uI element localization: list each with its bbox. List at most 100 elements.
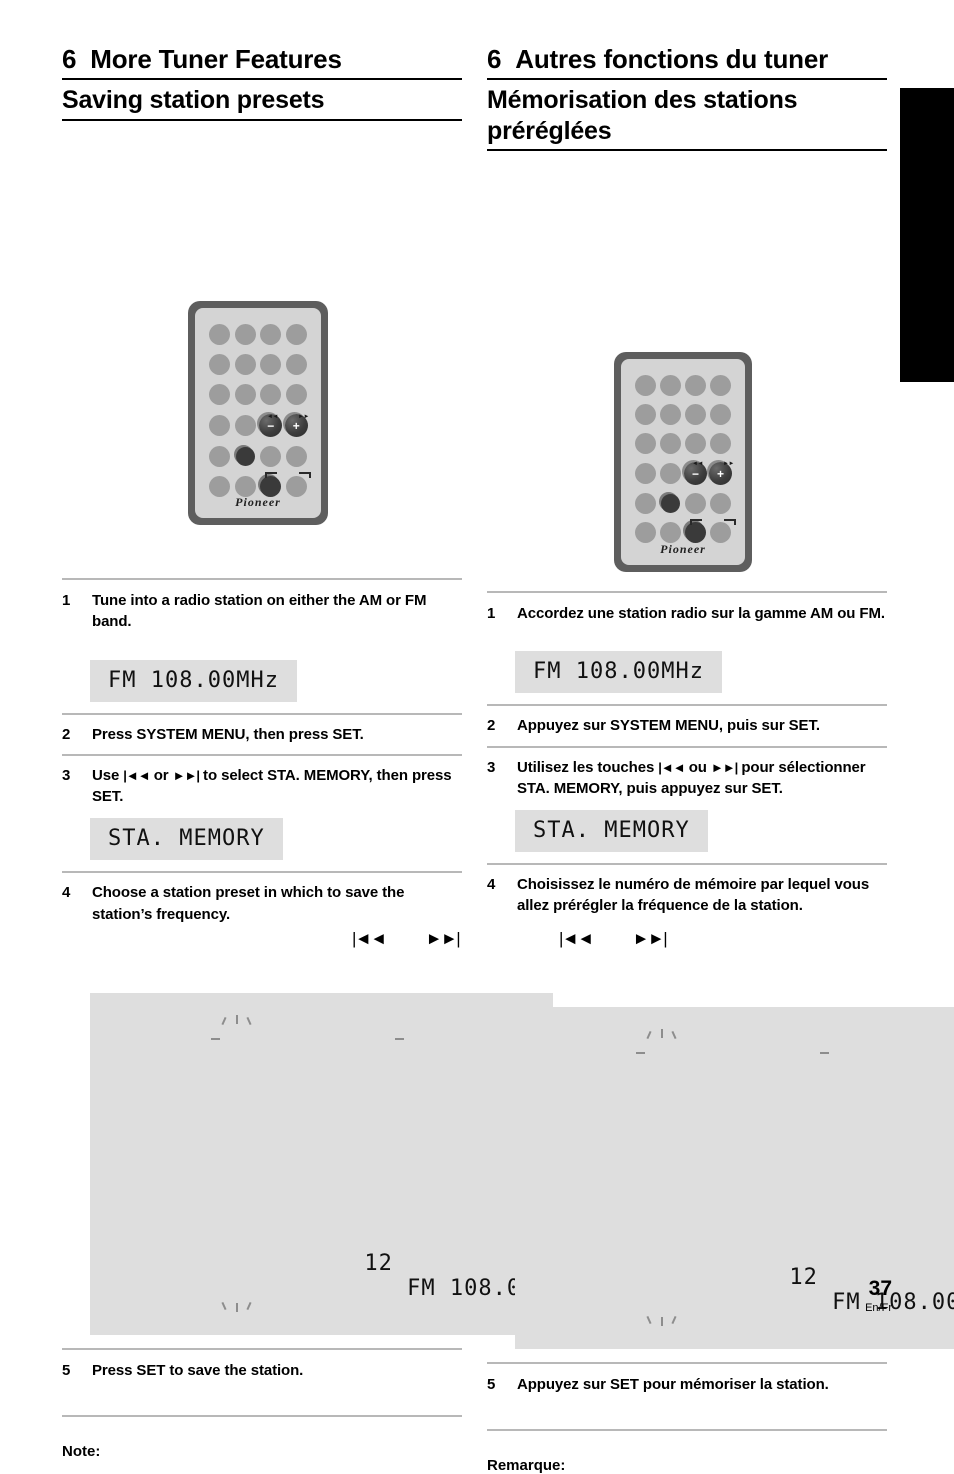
step-1-en: 1 Tune into a radio station on either th…: [62, 590, 462, 633]
lcd-display-memory: STA. MEMORY: [515, 810, 708, 853]
remote-key: [260, 324, 282, 345]
remote-key: [285, 384, 307, 405]
lcd-display-frequency: FM 108.00MHz: [515, 651, 722, 694]
skip-forward-icon: ►►: [723, 461, 734, 467]
index-tab-lower: [900, 250, 954, 382]
lcd-display-preset: 12 FM 108.00: [90, 993, 554, 1336]
note-label-fr: Remarque:: [487, 1457, 566, 1474]
section-title-en: Saving station presets: [62, 85, 462, 121]
page-footer: 37 En/Fr: [865, 1278, 892, 1314]
remote-key: [660, 433, 681, 454]
section-title-fr: Mémorisation des stations préréglées: [487, 85, 887, 151]
remote-key: [209, 384, 231, 405]
page-languages: En/Fr: [865, 1302, 892, 1314]
lcd-preset-fr-wrap: 12 FM 108.00: [515, 1006, 954, 1349]
skip-forward-icon: ►►|: [172, 767, 200, 783]
french-column: 6 Autres fonctions du tuner Mémorisation…: [487, 44, 887, 151]
skip-icon-row-en: |◄◄ ►►|: [352, 929, 462, 949]
skip-icon-row-fr: |◄◄ ►►|: [559, 929, 887, 949]
remote-key: [209, 354, 231, 375]
step-number: 5: [487, 1375, 496, 1393]
remote-key: [660, 463, 681, 484]
remote-key-set: [260, 476, 282, 497]
lcd-frequency-en-wrap: FM 108.00MHz: [90, 659, 462, 702]
preset-number: 12: [789, 1264, 818, 1290]
remote-key: [260, 384, 282, 405]
blinking-preset-number: 12: [210, 1015, 404, 1313]
step-text: Press SET to save the station.: [92, 1362, 304, 1380]
callout-bracket-right: [299, 472, 311, 478]
divider: [62, 1348, 462, 1351]
step-number: 1: [62, 592, 71, 609]
remote-key: [234, 384, 256, 405]
remote-key: [234, 324, 256, 345]
step-text-before: Utilisez les touches: [517, 758, 659, 776]
lcd-display-memory: STA. MEMORY: [90, 818, 283, 861]
pioneer-logo: Pioneer: [235, 495, 281, 509]
remote-key: [260, 446, 282, 467]
divider: [487, 704, 887, 707]
remote-key: [635, 522, 656, 543]
plus-icon: +: [716, 466, 724, 481]
remote-key: [209, 446, 231, 467]
manual-page: 6 More Tuner Features Saving station pre…: [0, 0, 954, 1474]
remote-key: [685, 404, 706, 425]
step-number: 1: [487, 605, 496, 622]
divider: [487, 1361, 887, 1364]
lcd-memory-fr-wrap: STA. MEMORY: [515, 810, 887, 853]
remote-key: [660, 375, 681, 396]
remote-key: [710, 522, 731, 543]
remote-illustration-en: − + ◄◄ ►► Pioneer: [188, 301, 328, 525]
remote-key: [260, 354, 282, 375]
skip-back-icon: |◄◄: [658, 759, 685, 775]
section-title-fr-line1: Mémorisation des stations: [487, 86, 798, 114]
skip-back-icon: |◄◄: [559, 928, 594, 948]
remote-key: [209, 324, 231, 345]
step-3-en: 3 Use |◄◄ or ►►| to select STA. MEMORY, …: [62, 765, 462, 808]
remote-key: [710, 404, 731, 425]
lcd-frequency-fr-wrap: FM 108.00MHz: [515, 651, 887, 694]
remote-illustration-fr: − + ◄◄ ►► Pioneer: [614, 352, 752, 572]
remote-key: [685, 493, 706, 514]
pioneer-logo: Pioneer: [660, 542, 706, 556]
skip-back-icon: ◄◄: [692, 461, 703, 467]
skip-forward-icon: ►►|: [710, 759, 738, 775]
callout-bracket-right: [724, 519, 736, 525]
remote-key: [710, 493, 731, 514]
remote-key: [285, 324, 307, 345]
step-2-en: 2 Press SYSTEM MENU, then press SET.: [62, 724, 462, 745]
divider: [487, 1429, 887, 1432]
remote-key: [285, 476, 307, 497]
chapter-heading-fr: 6 Autres fonctions du tuner: [487, 44, 887, 80]
skip-forward-icon: ►►|: [632, 928, 668, 948]
chapter-heading-en: 6 More Tuner Features: [62, 44, 462, 80]
remote-key-set: [685, 522, 706, 543]
lcd-display-frequency: FM 108.00MHz: [90, 659, 297, 702]
step-3-fr: 3 Utilisez les touches |◄◄ ou ►►| pour s…: [487, 757, 887, 800]
step-text-before: Use: [92, 766, 124, 784]
minus-icon: −: [691, 466, 699, 481]
step-4-fr: 4 Choisissez le numéro de mémoire par le…: [487, 874, 887, 917]
blinking-preset-number: 12: [635, 1028, 829, 1326]
remote-key: [635, 463, 656, 484]
chapter-title-en: More Tuner Features: [90, 44, 342, 74]
step-text: Utilisez les touches |◄◄ ou ►►| pour sél…: [517, 757, 887, 800]
lcd-preset-en-wrap: 12 FM 108.00: [90, 993, 554, 1336]
skip-back-icon: |◄◄: [352, 929, 387, 949]
step-number: 3: [62, 766, 71, 784]
remote-key: [685, 433, 706, 454]
remote-key: [209, 415, 231, 436]
step-text: Press SYSTEM MENU, then press SET.: [92, 725, 364, 743]
step-text: Appuyez sur SYSTEM MENU, puis sur SET.: [517, 717, 820, 735]
chapter-number-en: 6: [62, 44, 77, 74]
step-text: Accordez une station radio sur la gamme …: [517, 605, 885, 622]
step-number: 3: [487, 758, 496, 776]
section-title-fr-line2: préréglées: [487, 116, 612, 145]
plus-icon: +: [292, 418, 300, 433]
step-5-en: 5 Press SET to save the station.: [62, 1360, 462, 1381]
step-number: 2: [487, 717, 496, 735]
step-4-en: 4 Choose a station preset in which to sa…: [62, 882, 462, 925]
remote-key: [710, 375, 731, 396]
step-number: 2: [62, 725, 71, 743]
skip-back-icon: ◄◄: [267, 414, 278, 420]
